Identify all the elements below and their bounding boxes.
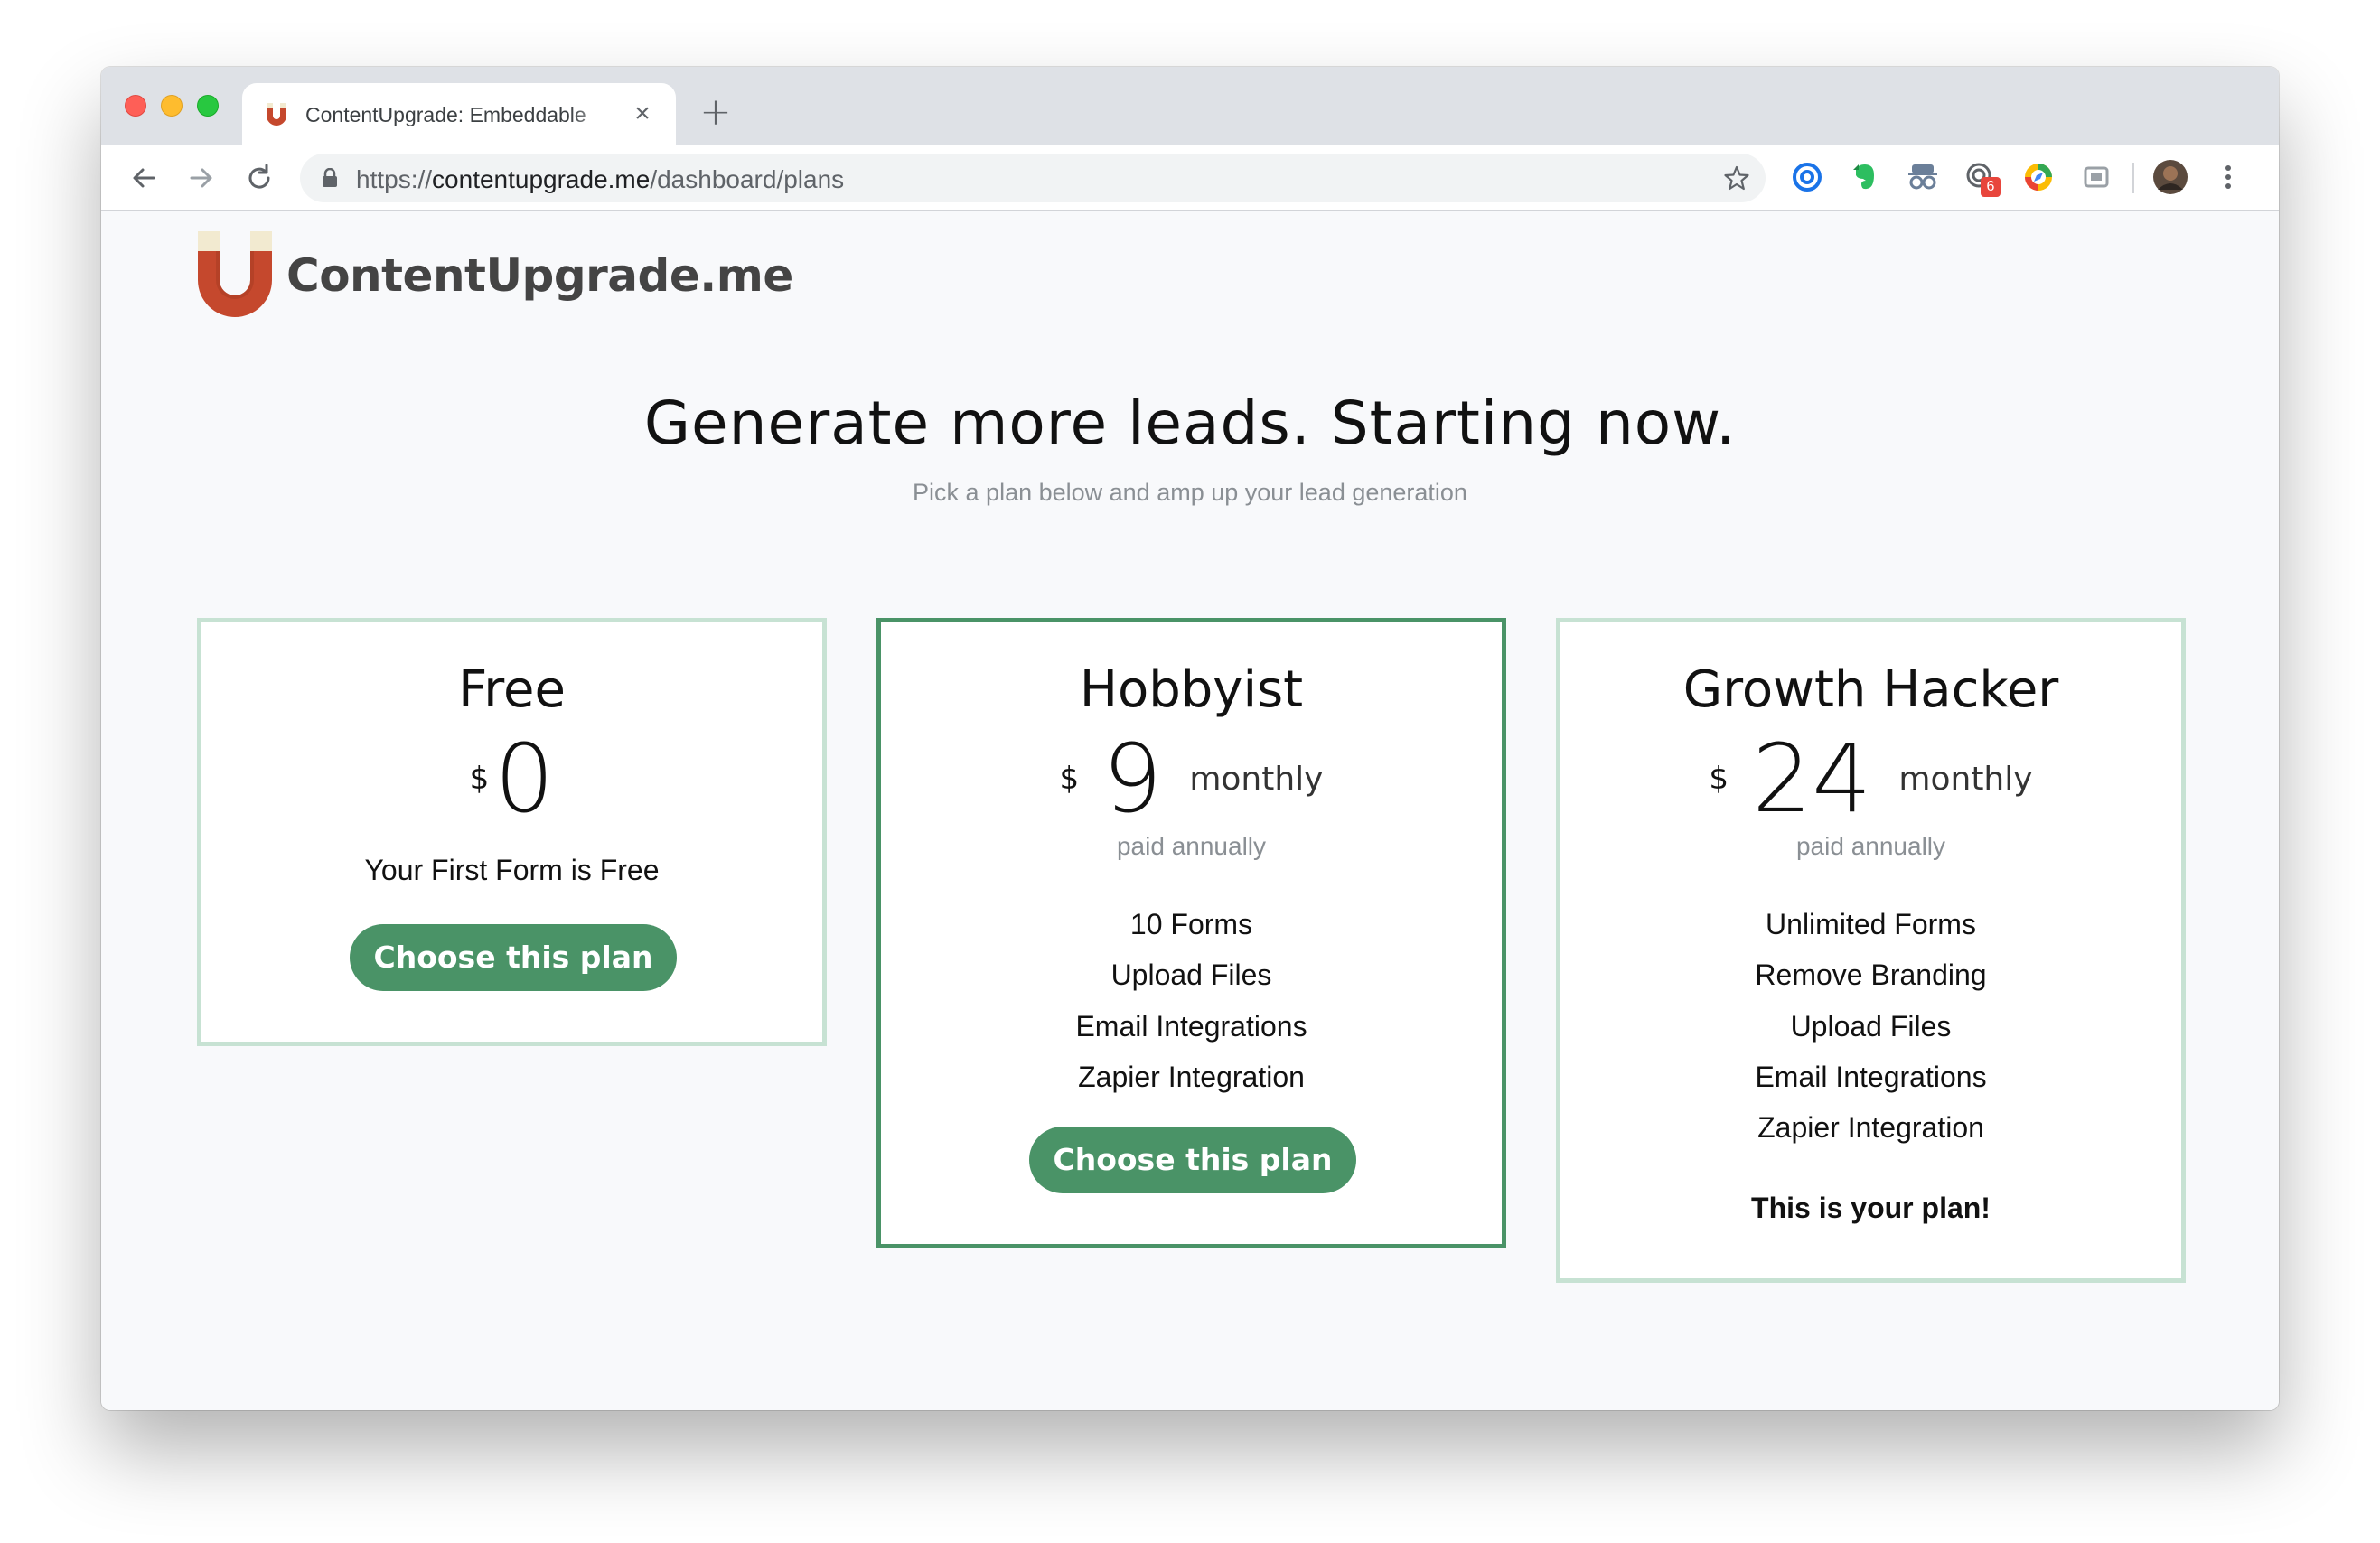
toolbar-divider <box>2132 163 2134 193</box>
reload-icon <box>248 164 270 189</box>
more-menu-icon[interactable] <box>2212 161 2244 193</box>
site-logo[interactable]: ContentUpgrade.me <box>196 231 829 322</box>
extension-badge: 6 <box>1981 177 2001 197</box>
url-text: https://contentupgrade.me/dashboard/plan… <box>356 165 845 193</box>
plan-feature: Zapier Integration <box>1078 1061 1305 1093</box>
plan-card-growth-hacker: Growth Hacker $ 24 monthly paid annually… <box>1556 618 2186 1283</box>
choose-free-plan-button[interactable]: Choose this plan <box>350 924 677 991</box>
choose-hobbyist-plan-button[interactable]: Choose this plan <box>1029 1127 1356 1193</box>
magnet-logo-icon <box>198 231 272 317</box>
tab-strip: ContentUpgrade: Embeddable × + <box>101 67 2279 145</box>
plan-name: Free <box>458 660 566 719</box>
bookmark-star-icon[interactable] <box>1724 165 1749 191</box>
price-currency: $ <box>1709 761 1729 797</box>
back-arrow-icon <box>133 168 155 188</box>
price-currency: $ <box>469 761 490 797</box>
plan-feature: Upload Files <box>1110 959 1272 991</box>
page-content: ContentUpgrade.me Generate more leads. S… <box>101 211 2279 1410</box>
plan-feature: 10 Forms <box>1129 908 1253 940</box>
browser-toolbar: https://contentupgrade.me/dashboard/plan… <box>101 145 2279 211</box>
price-amount: 9 <box>1102 724 1163 834</box>
current-plan-label: This is your plan! <box>1751 1192 1991 1224</box>
new-tab-button[interactable]: + <box>698 93 734 131</box>
contentupgrade-favicon-icon <box>267 103 286 126</box>
tab-close-icon[interactable]: × <box>627 98 658 129</box>
zoom-window-button[interactable] <box>197 95 219 117</box>
plan-name: Growth Hacker <box>1682 660 2059 719</box>
billing-note: paid annually <box>1116 832 1267 860</box>
reload-button[interactable] <box>240 159 278 197</box>
price-amount: 0 <box>494 724 555 834</box>
profile-avatar[interactable] <box>2152 159 2188 195</box>
notifications-extension[interactable]: 6 <box>1964 161 2001 197</box>
forward-arrow-icon <box>190 168 212 188</box>
price-amount: 24 <box>1752 724 1872 834</box>
plan-feature: Upload Files <box>1790 1010 1952 1043</box>
plan-price: $ 0 <box>201 729 822 828</box>
evernote-extension-icon[interactable] <box>1849 161 1881 193</box>
plan-price: $ 24 monthly <box>1560 729 2181 828</box>
incognito-glasses-extension-icon[interactable] <box>1907 161 1939 193</box>
plan-feature: Remove Branding <box>1755 959 1987 991</box>
price-period: monthly <box>1898 760 2033 798</box>
plan-price: $ 9 monthly <box>881 729 1502 828</box>
address-bar[interactable]: https://contentupgrade.me/dashboard/plan… <box>300 154 1766 202</box>
brand-name: ContentUpgrade.me <box>286 249 793 302</box>
tab-title: ContentUpgrade: Embeddable <box>305 103 586 126</box>
active-tab[interactable]: ContentUpgrade: Embeddable × <box>242 83 676 145</box>
plan-name: Hobbyist <box>1079 660 1304 719</box>
price-period: monthly <box>1189 760 1324 798</box>
plan-card-hobbyist: Hobbyist $ 9 monthly paid annually 10 Fo… <box>876 618 1506 1248</box>
forward-button[interactable] <box>183 159 220 197</box>
back-button[interactable] <box>125 159 163 197</box>
screenshot-extension-icon[interactable] <box>2080 161 2113 193</box>
plan-card-free: Free $ 0 Your First Form is Free Choose … <box>197 618 827 1046</box>
page-subhead: Pick a plan below and amp up your lead g… <box>913 479 1467 506</box>
close-window-button[interactable] <box>125 95 146 117</box>
billing-note: paid annually <box>1795 832 1946 860</box>
plan-feature: Email Integrations <box>1075 1010 1307 1043</box>
plan-description: Your First Form is Free <box>364 854 660 886</box>
price-currency: $ <box>1059 761 1080 797</box>
chrome-compass-extension-icon[interactable] <box>2022 161 2055 193</box>
plan-feature: Unlimited Forms <box>1766 908 1976 940</box>
plan-feature: Zapier Integration <box>1757 1111 1984 1144</box>
lock-icon <box>323 168 337 187</box>
at-sign-extension-icon[interactable] <box>1791 161 1823 193</box>
browser-window: ContentUpgrade: Embeddable × + https://c… <box>101 67 2279 1410</box>
page-headline: Generate more leads. Starting now. <box>643 388 1737 458</box>
minimize-window-button[interactable] <box>161 95 183 117</box>
plan-feature: Email Integrations <box>1755 1061 1987 1093</box>
